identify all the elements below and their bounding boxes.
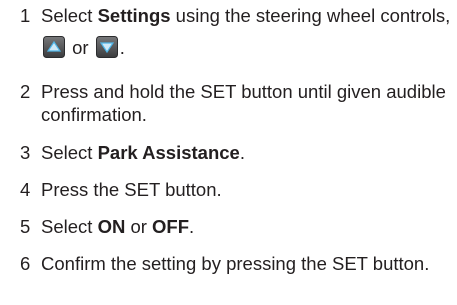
option-off: OFF [152,216,190,237]
step-1: 1 Select Settings using the steering whe… [20,4,453,64]
step-text: Select ON or OFF. [41,215,453,238]
step-text-part: Select [41,142,98,163]
up-arrow-key-icon [43,36,65,59]
step-4: 4 Press the SET button. [20,178,453,201]
menu-item-name: Park Assistance [97,142,240,163]
down-arrow-key-icon [95,36,118,59]
step-text-part: using the steering wheel controls, [170,5,451,26]
step-text-part: Select [41,216,98,237]
step-5: 5 Select ON or OFF. [20,215,453,238]
step-number: 3 [20,142,31,163]
step-2: 2 Press and hold the SET button until gi… [20,80,453,126]
step-text-part: or [125,216,153,237]
step-text: Select Park Assistance. [41,141,453,164]
step-6: 6 Confirm the setting by pressing the SE… [20,252,453,275]
step-number: 5 [20,216,31,237]
step-text: Confirm the setting by pressing the SET … [41,253,430,274]
step-text: Press and hold the SET button until give… [41,81,446,125]
instruction-steps: 1 Select Settings using the steering whe… [0,0,457,305]
option-on: ON [97,216,126,237]
step-number: 2 [20,81,31,102]
step-text-part: . [189,216,195,237]
step-number: 6 [20,253,31,274]
menu-item-name: Settings [97,5,171,26]
step-text-part: . [239,142,245,163]
step-number: 4 [20,179,31,200]
step-text: Select Settings using the steering wheel… [41,0,453,64]
step-text-part: or [67,37,94,58]
step-number: 1 [20,5,31,26]
step-text-part: Select [41,5,98,26]
step-3: 3 Select Park Assistance. [20,141,453,164]
step-text: Press the SET button. [41,179,222,200]
step-text-part: . [119,37,125,58]
